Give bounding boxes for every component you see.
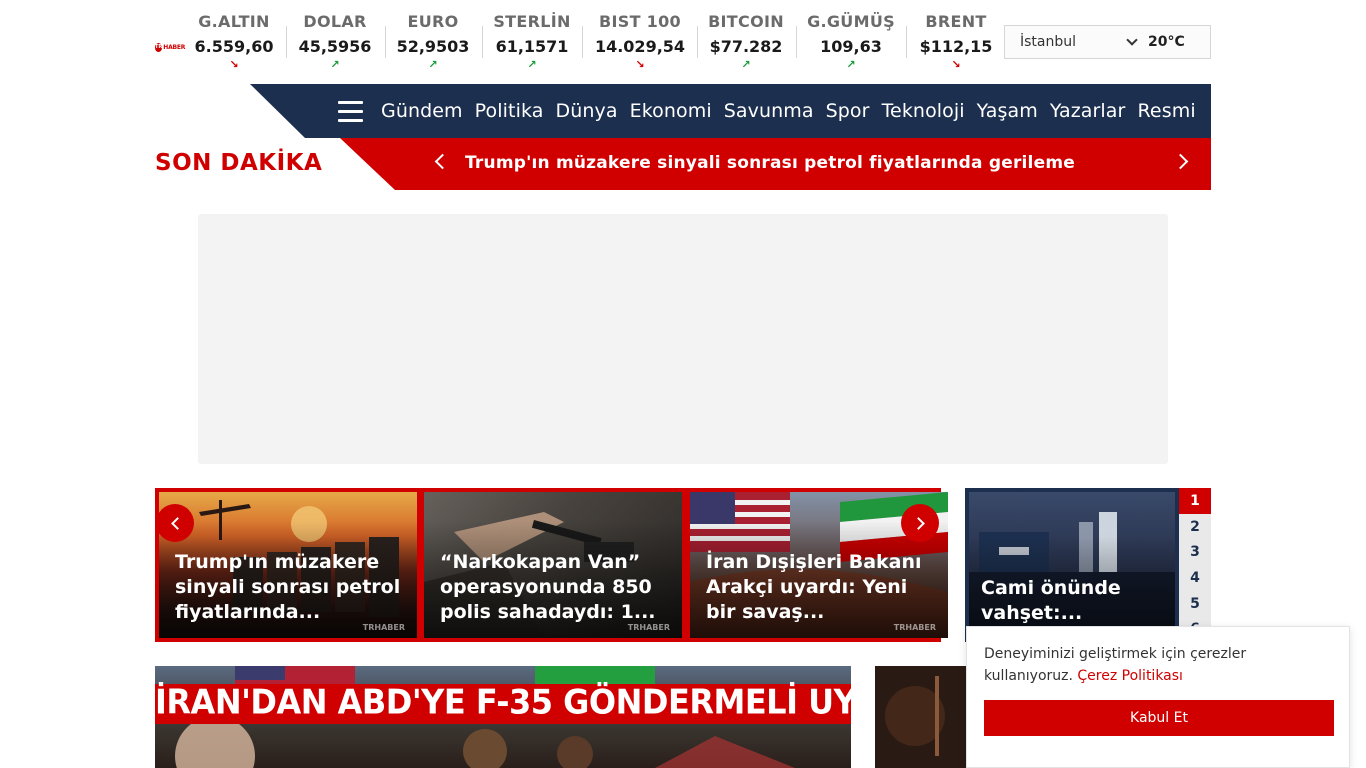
nav-item-spor[interactable]: Spor — [826, 100, 870, 122]
nav-item-politika[interactable]: Politika — [475, 100, 544, 122]
market-item-silver[interactable]: G.GÜMÜŞ 109,63 ↗ — [799, 0, 903, 84]
divider — [906, 26, 907, 58]
market-name: DOLAR — [303, 12, 367, 31]
divider — [582, 26, 583, 58]
weather-widget: İstanbul 20°C — [1004, 25, 1211, 59]
nav-item-dunya[interactable]: Dünya — [555, 100, 617, 122]
card-watermark: TRHABER — [893, 623, 936, 632]
market-item-dolar[interactable]: DOLAR 45,5956 ↗ — [289, 0, 381, 84]
market-value: $77.282 — [709, 37, 783, 56]
page-2-button[interactable]: 2 — [1179, 514, 1211, 540]
market-name: STERLİN — [493, 12, 571, 31]
page-5-button[interactable]: 5 — [1179, 591, 1211, 617]
market-name: G.GÜMÜŞ — [807, 12, 895, 31]
nav-item-teknoloji[interactable]: Teknoloji — [882, 100, 965, 122]
market-name: BITCOIN — [708, 12, 784, 31]
market-item-bist100[interactable]: BIST 100 14.029,54 ↘ — [586, 0, 694, 84]
site-logo[interactable]: TR HABER — [155, 40, 186, 54]
divider — [385, 26, 386, 58]
market-value: $112,15 — [919, 37, 993, 56]
card-title: Trump'ın müzakere sinyali sonrası petrol… — [175, 551, 401, 623]
market-item-bitcoin[interactable]: BITCOIN $77.282 ↗ — [701, 0, 791, 84]
main-nav: Gündem Politika Dünya Ekonomi Savunma Sp… — [250, 84, 1211, 138]
trend-up-icon: ↗ — [330, 58, 340, 71]
temperature: 20°C — [1148, 34, 1185, 50]
card-watermark: TRHABER — [627, 623, 670, 632]
market-value: 109,63 — [820, 37, 882, 56]
trend-up-icon: ↗ — [741, 58, 751, 71]
market-name: BRENT — [925, 12, 987, 31]
market-name: BIST 100 — [599, 12, 681, 31]
nav-item-resmi[interactable]: Resmi — [1137, 100, 1195, 122]
side-title: Cami önünde vahşet:... — [981, 577, 1121, 624]
city-select-value: İstanbul — [1020, 34, 1077, 50]
side-headline[interactable]: Cami önünde vahşet:... 1 2 3 4 5 6 — [965, 488, 1211, 642]
divider — [482, 26, 483, 58]
trend-up-icon: ↗ — [527, 58, 537, 71]
logo-text: HABER — [163, 43, 186, 51]
market-value: 61,1571 — [495, 37, 569, 56]
cookie-message: Deneyiminizi geliştirmek için çerezler k… — [984, 643, 1314, 687]
trend-down-icon: ↘ — [635, 58, 645, 71]
nav-item-savunma[interactable]: Savunma — [724, 100, 814, 122]
market-item-euro[interactable]: EURO 52,9503 ↗ — [389, 0, 477, 84]
carousel-card[interactable]: “Narkokapan Van” operasyonunda 850 polis… — [424, 492, 682, 638]
card-watermark: TRHABER — [362, 623, 405, 632]
divider — [796, 26, 797, 58]
breaking-news: SON DAKİKA Trump'ın müzakere sinyali son… — [155, 138, 1211, 190]
cookie-banner: Deneyiminizi geliştirmek için çerezler k… — [966, 626, 1350, 768]
nav-item-gundem[interactable]: Gündem — [381, 100, 463, 122]
trend-up-icon: ↗ — [428, 58, 438, 71]
chevron-left-icon — [170, 516, 184, 530]
carousel-card[interactable]: Trump'ın müzakere sinyali sonrası petrol… — [159, 492, 417, 638]
nav-items: Gündem Politika Dünya Ekonomi Savunma Sp… — [381, 84, 1208, 138]
market-item-sterlin[interactable]: STERLİN 61,1571 ↗ — [486, 0, 578, 84]
featured-story[interactable]: İRAN'DAN ABD'YE F-35 GÖNDERMELİ UYARI — [155, 666, 851, 768]
market-name: G.ALTIN — [198, 12, 270, 31]
carousel-prev-button[interactable] — [156, 504, 194, 542]
nav-item-yasam[interactable]: Yaşam — [977, 100, 1038, 122]
hamburger-menu-icon[interactable] — [338, 99, 363, 123]
breaking-headline[interactable]: Trump'ın müzakere sinyali sonrası petrol… — [465, 153, 1075, 173]
markets-bar: TR HABER G.ALTIN 6.559,60 ↘ DOLAR 45,595… — [155, 0, 1211, 84]
logo-mark-icon: TR — [155, 42, 163, 52]
trend-down-icon: ↘ — [229, 58, 239, 71]
market-name: EURO — [407, 12, 459, 31]
nav-item-yazarlar[interactable]: Yazarlar — [1050, 100, 1126, 122]
ad-placeholder — [198, 214, 1168, 464]
chevron-down-icon — [1126, 34, 1138, 46]
market-value: 14.029,54 — [594, 37, 686, 56]
cookie-policy-link[interactable]: Çerez Politikası — [1077, 668, 1183, 684]
trend-down-icon: ↘ — [951, 58, 961, 71]
trend-up-icon: ↗ — [846, 58, 856, 71]
card-title: İran Dışişleri Bakanı Arakçi uyardı: Yen… — [706, 551, 922, 623]
market-value: 45,5956 — [298, 37, 372, 56]
accept-cookies-button[interactable]: Kabul Et — [984, 700, 1334, 736]
carousel-next-button[interactable] — [901, 504, 939, 542]
city-select[interactable]: İstanbul — [1020, 34, 1142, 50]
divider — [286, 26, 287, 58]
market-value: 52,9503 — [396, 37, 470, 56]
nav-item-ekonomi[interactable]: Ekonomi — [630, 100, 712, 122]
card-title: “Narkokapan Van” operasyonunda 850 polis… — [440, 551, 656, 623]
chevron-right-icon — [911, 516, 925, 530]
page-4-button[interactable]: 4 — [1179, 565, 1211, 591]
page-1-button[interactable]: 1 — [1179, 488, 1211, 514]
market-value: 6.559,60 — [194, 37, 274, 56]
market-item-brent[interactable]: BRENT $112,15 ↘ — [910, 0, 1002, 84]
breaking-label: SON DAKİKA — [155, 150, 323, 176]
side-pagination: 1 2 3 4 5 6 — [1179, 488, 1211, 642]
featured-headline: İRAN'DAN ABD'YE F-35 GÖNDERMELİ UYARI — [155, 682, 851, 722]
divider — [697, 26, 698, 58]
market-item-gold[interactable]: G.ALTIN 6.559,60 ↘ — [186, 0, 282, 84]
page-3-button[interactable]: 3 — [1179, 539, 1211, 565]
news-carousel: Trump'ın müzakere sinyali sonrası petrol… — [155, 488, 948, 642]
